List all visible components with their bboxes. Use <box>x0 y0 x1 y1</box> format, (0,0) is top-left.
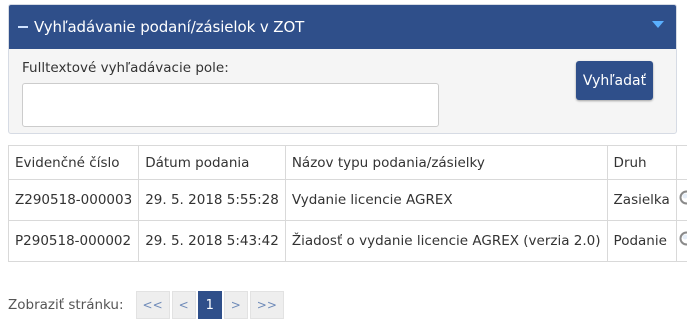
minus-icon[interactable] <box>18 26 28 28</box>
next-page-button[interactable]: > <box>223 291 248 319</box>
panel-title: Vyhľadávanie podaní/zásielok v ZOT <box>34 18 305 36</box>
column-header-name[interactable]: Názov typu podania/zásielky <box>284 145 608 180</box>
pager-label: Zobraziť stránku: <box>8 297 124 313</box>
cell-action <box>675 220 687 262</box>
cell-number: P290518-000002 <box>7 220 140 262</box>
search-panel-header[interactable]: Vyhľadávanie podaní/zásielok v ZOT <box>9 5 676 49</box>
cell-kind: Zasielka <box>606 179 677 221</box>
previous-page-button[interactable]: < <box>171 291 196 319</box>
column-header-number[interactable]: Evidenčné číslo <box>7 145 140 180</box>
search-panel: Vyhľadávanie podaní/zásielok v ZOT Fullt… <box>8 4 677 134</box>
column-header-kind[interactable]: Druh <box>606 145 677 180</box>
first-page-button[interactable]: << <box>135 291 170 319</box>
magnifier-icon[interactable] <box>677 188 687 212</box>
cell-kind: Podanie <box>606 220 677 262</box>
fulltext-search-input[interactable] <box>22 83 439 127</box>
current-page-button[interactable]: 1 <box>197 291 222 319</box>
results-table: Evidenčné číslo Dátum podania Názov typu… <box>7 145 687 262</box>
pagination: Zobraziť stránku: << < 1 > >> <box>8 291 286 319</box>
search-button[interactable]: Vyhľadať <box>576 61 653 100</box>
last-page-button[interactable]: >> <box>249 291 284 319</box>
cell-action <box>675 179 687 221</box>
chevron-down-icon[interactable] <box>652 21 664 28</box>
table-row: P290518-000002 29. 5. 2018 5:43:42 Žiado… <box>7 220 687 262</box>
cell-date: 29. 5. 2018 5:43:42 <box>138 220 286 262</box>
magnifier-icon[interactable] <box>677 229 687 253</box>
table-header-row: Evidenčné číslo Dátum podania Názov typu… <box>7 145 687 180</box>
column-header-date[interactable]: Dátum podania <box>138 145 286 180</box>
table-row: Z290518-000003 29. 5. 2018 5:55:28 Vydan… <box>7 179 687 221</box>
cell-date: 29. 5. 2018 5:55:28 <box>138 179 286 221</box>
cell-number: Z290518-000003 <box>7 179 140 221</box>
fulltext-field-label: Fulltextové vyhľadávacie pole: <box>22 60 229 76</box>
cell-name: Vydanie licencie AGREX <box>284 179 608 221</box>
cell-name: Žiadosť o vydanie licencie AGREX (verzia… <box>284 220 608 262</box>
column-header-actions <box>675 145 687 180</box>
